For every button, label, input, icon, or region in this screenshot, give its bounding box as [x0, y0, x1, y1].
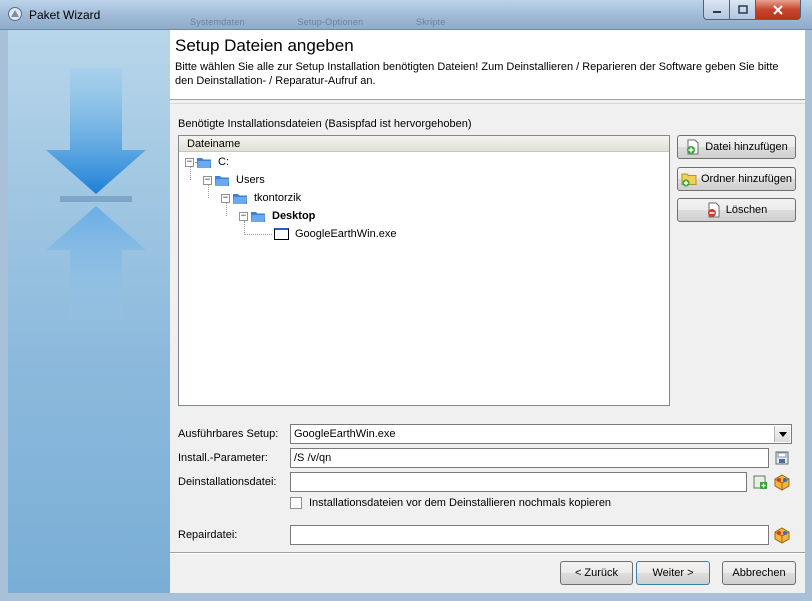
tree-node-googleearthwin[interactable]: GoogleEarthWin.exe	[274, 226, 397, 242]
section-divider	[170, 103, 805, 104]
repair-input[interactable]	[290, 525, 769, 545]
tree-node-tkontorzik[interactable]: − tkontorzik	[221, 190, 301, 206]
exe-file-icon	[274, 228, 289, 240]
tree-node-label: Desktop	[272, 210, 316, 222]
column-header-label: Dateiname	[187, 138, 241, 150]
copy-before-uninstall-checkbox[interactable]	[290, 497, 302, 509]
setup-select-value: GoogleEarthWin.exe	[294, 428, 396, 440]
collapse-icon[interactable]: −	[185, 157, 194, 167]
collapse-icon[interactable]: −	[203, 175, 212, 185]
ghost-tab: Systemdaten	[190, 17, 245, 27]
footer-divider-highlight	[170, 553, 805, 554]
file-tree[interactable]: Dateiname − C: − Users − tkontorzik − De…	[178, 135, 670, 406]
delete-button[interactable]: Löschen	[677, 198, 796, 222]
package-icon	[774, 527, 790, 544]
folder-icon	[197, 157, 211, 168]
copy-before-uninstall-label[interactable]: Installationsdateien vor dem Deinstallie…	[309, 497, 611, 509]
tree-node-desktop[interactable]: − Desktop	[239, 208, 315, 224]
install-arrows-icon	[46, 68, 146, 320]
maximize-button[interactable]	[729, 0, 756, 20]
add-file-button[interactable]: Datei hinzufügen	[677, 135, 796, 159]
ghost-tabs: Systemdaten Setup-Optionen Skripte	[190, 17, 495, 27]
window-title: Paket Wizard	[29, 8, 101, 22]
tree-node-label: C:	[218, 156, 229, 168]
tree-node-users[interactable]: − Users	[203, 172, 265, 188]
next-button[interactable]: Weiter >	[636, 561, 710, 585]
folder-icon	[233, 193, 247, 204]
cancel-button[interactable]: Abbrechen	[722, 561, 796, 585]
folder-icon	[215, 175, 229, 186]
close-icon	[773, 4, 783, 15]
tree-node-c[interactable]: − C:	[185, 154, 229, 170]
folder-icon	[251, 211, 265, 222]
repair-package-button[interactable]	[772, 525, 792, 545]
params-browse-button[interactable]	[772, 448, 792, 468]
uninstall-package-button[interactable]	[772, 472, 792, 492]
tree-connector	[244, 234, 272, 235]
delete-label: Löschen	[725, 204, 768, 216]
title-bar[interactable]: Paket Wizard Systemdaten Setup-Optionen …	[0, 0, 812, 30]
add-file-label: Datei hinzufügen	[705, 141, 788, 153]
add-folder-icon	[681, 173, 697, 187]
delete-file-icon	[707, 202, 720, 218]
ghost-tab: Skripte	[416, 17, 446, 27]
files-group-label: Benötigte Installationsdateien (Basispfa…	[178, 118, 472, 130]
minimize-button[interactable]	[703, 0, 730, 20]
page-description: Bitte wählen Sie alle zur Setup Installa…	[175, 61, 779, 87]
back-label: < Zurück	[574, 567, 619, 579]
collapse-icon[interactable]: −	[221, 193, 230, 203]
tree-node-label: GoogleEarthWin.exe	[295, 228, 397, 240]
browse-file-icon	[753, 475, 767, 489]
close-button[interactable]	[755, 0, 801, 20]
params-input-value: /S /v/qn	[294, 452, 332, 464]
repair-label: Repairdatei:	[178, 529, 238, 541]
setup-label: Ausführbares Setup:	[178, 428, 279, 440]
chevron-down-icon	[778, 431, 787, 437]
dropdown-button[interactable]	[774, 426, 790, 442]
tree-column-header[interactable]: Dateiname	[179, 136, 669, 152]
page-title: Setup Dateien angeben	[175, 36, 354, 55]
uninstall-label: Deinstallationsdatei:	[178, 476, 277, 488]
package-icon	[774, 474, 790, 491]
wizard-app-icon	[8, 7, 22, 21]
add-folder-button[interactable]: Ordner hinzufügen	[677, 167, 796, 191]
tree-node-label: tkontorzik	[254, 192, 302, 204]
minimize-icon	[712, 10, 721, 13]
ghost-tab: Setup-Optionen	[297, 17, 364, 27]
save-file-icon	[775, 451, 789, 465]
add-folder-label: Ordner hinzufügen	[700, 173, 793, 185]
cancel-label: Abbrechen	[732, 567, 786, 579]
params-label: Install.-Parameter:	[178, 452, 268, 464]
wizard-header: Setup Dateien angeben Bitte wählen Sie a…	[170, 30, 805, 100]
back-button[interactable]: < Zurück	[560, 561, 633, 585]
uninstall-input[interactable]	[290, 472, 747, 492]
add-file-icon	[687, 139, 699, 155]
setup-select[interactable]: GoogleEarthWin.exe	[290, 424, 792, 444]
next-label: Weiter >	[652, 567, 694, 579]
tree-node-label: Users	[236, 174, 265, 186]
wizard-banner	[8, 30, 170, 593]
params-input[interactable]: /S /v/qn	[290, 448, 769, 468]
uninstall-browse-file-button[interactable]	[750, 472, 770, 492]
maximize-icon	[737, 5, 748, 14]
collapse-icon[interactable]: −	[239, 211, 248, 221]
